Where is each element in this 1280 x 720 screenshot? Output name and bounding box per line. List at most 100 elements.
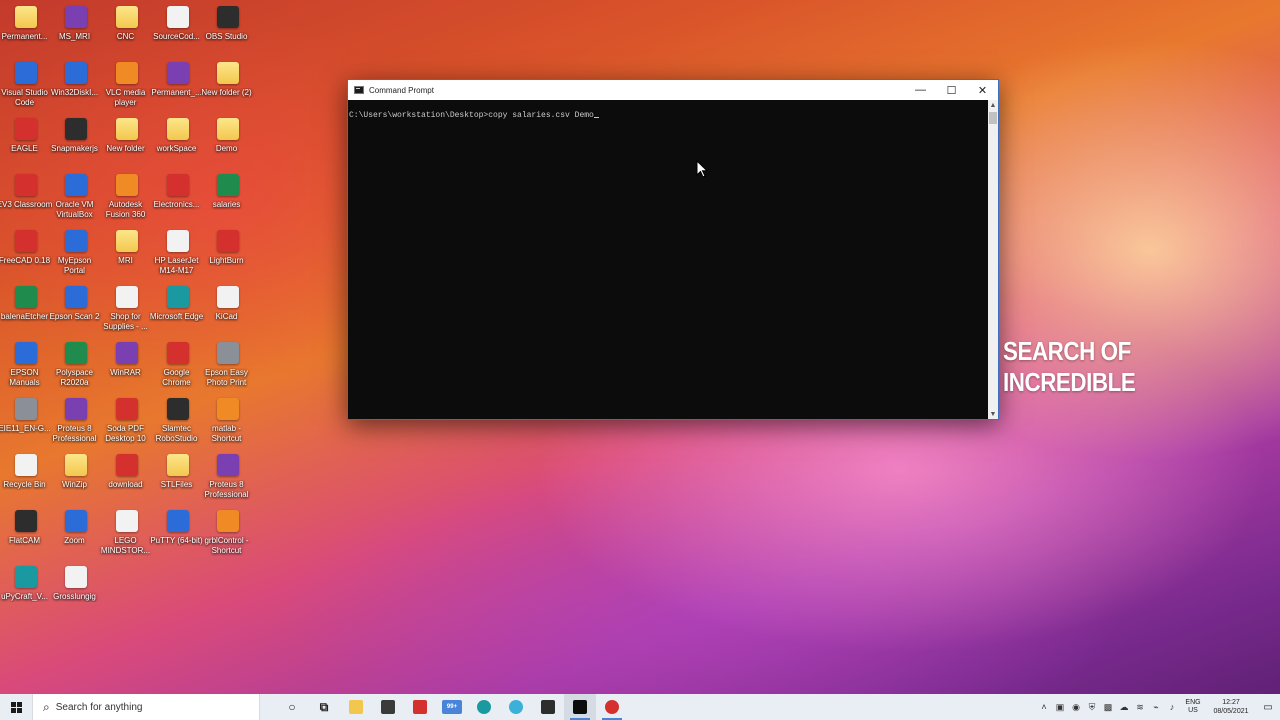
desktop-shortcut[interactable]: Permanent...: [0, 0, 51, 56]
desktop-shortcut[interactable]: EPSON Manuals: [0, 336, 51, 392]
desktop-shortcut[interactable]: Epson Easy Photo Print: [202, 336, 253, 392]
volume-speaker-icon[interactable]: ♪: [1164, 694, 1180, 720]
minimize-button[interactable]: —: [905, 80, 936, 100]
taskbar-app-button[interactable]: [468, 694, 500, 720]
desktop-shortcut[interactable]: salaries: [202, 168, 253, 224]
desktop-shortcut[interactable]: Win32DiskI...: [50, 56, 101, 112]
show-hidden-icons-chevron-icon[interactable]: ˄: [1036, 694, 1052, 720]
input-language-indicator[interactable]: ENG US: [1180, 699, 1206, 715]
desktop-shortcut[interactable]: Shop for Supplies - ...: [101, 280, 152, 336]
desktop-shortcut[interactable]: Microsoft Edge: [150, 280, 203, 336]
desktop-shortcut[interactable]: FlatCAM: [0, 504, 51, 560]
desktop-shortcut[interactable]: LEGO MINDSTOR...: [101, 504, 152, 560]
desktop-shortcut[interactable]: EIE11_EN-G...: [0, 392, 51, 448]
desktop-shortcut[interactable]: Snapmakerjs: [50, 112, 101, 168]
vertical-scrollbar[interactable]: ▲ ▼: [988, 100, 998, 419]
desktop-shortcut[interactable]: LightBurn: [202, 224, 253, 280]
desktop-shortcut[interactable]: Slamtec RoboStudio: [152, 392, 203, 448]
desktop-shortcut[interactable]: Demo: [202, 112, 253, 168]
taskbar-app-button[interactable]: ○: [276, 694, 308, 720]
console-area[interactable]: C:\Users\workstation\Desktop>copy salari…: [348, 100, 998, 419]
desktop-shortcut[interactable]: uPyCraft_V...: [0, 560, 51, 616]
command-prompt-window[interactable]: Command Prompt — ☐ ✕ C:\Users\workstatio…: [347, 79, 999, 420]
desktop-shortcut[interactable]: Proteus 8 Professional: [202, 448, 253, 504]
taskbar-app-button[interactable]: [500, 694, 532, 720]
antivirus-icon[interactable]: ▩: [1100, 694, 1116, 720]
desktop-shortcut[interactable]: Zoom: [50, 504, 101, 560]
desktop-shortcut[interactable]: New folder (2): [201, 56, 253, 112]
desktop-shortcut-label: Polyspace R2020a: [56, 368, 93, 387]
desktop-shortcut[interactable]: balenaEtcher: [0, 280, 51, 336]
desktop-shortcut[interactable]: EV3 Classroom: [0, 168, 52, 224]
scroll-down-arrow-icon[interactable]: ▼: [988, 409, 998, 419]
desktop-shortcut[interactable]: KiCad: [202, 280, 253, 336]
chrome-icon: [166, 342, 189, 364]
desktop-shortcut[interactable]: MS_MRI: [50, 0, 101, 56]
start-button[interactable]: [0, 694, 32, 720]
desktop-shortcut[interactable]: Proteus 8 Professional: [50, 392, 101, 448]
desktop-shortcut[interactable]: Permanent_...: [151, 56, 203, 112]
onedrive-cloud-icon[interactable]: ☁: [1116, 694, 1132, 720]
taskbar-search-box[interactable]: ⌕ Search for anything: [32, 694, 260, 720]
usb-device-icon[interactable]: ▣: [1052, 694, 1068, 720]
desktop-shortcut[interactable]: MRI: [101, 224, 152, 280]
search-placeholder: Search for anything: [55, 701, 143, 713]
desktop-shortcut[interactable]: Electronics...: [152, 168, 203, 224]
taskbar-app-button[interactable]: [372, 694, 404, 720]
desktop-shortcut[interactable]: EAGLE: [0, 112, 51, 168]
desktop-shortcut[interactable]: PuTTY (64-bit): [150, 504, 203, 560]
scroll-thumb[interactable]: [989, 112, 997, 124]
desktop-shortcut[interactable]: Autodesk Fusion 360: [101, 168, 152, 224]
desktop-shortcut[interactable]: SourceCod...: [152, 0, 203, 56]
command-prompt-icon[interactable]: [354, 86, 364, 94]
obs-studio-icon: [541, 700, 555, 714]
desktop-shortcut[interactable]: OBS Studio: [202, 0, 253, 56]
desktop-shortcut[interactable]: New folder: [101, 112, 152, 168]
desktop-shortcut-label: workSpace: [156, 144, 197, 153]
text-document-icon: [166, 6, 189, 28]
store-icon: [381, 700, 395, 714]
desktop-shortcut[interactable]: workSpace: [152, 112, 203, 168]
desktop-shortcut[interactable]: FreeCAD 0.18: [0, 224, 51, 280]
desktop-shortcut[interactable]: Google Chrome: [152, 336, 203, 392]
desktop-shortcut[interactable]: Visual Studio Code: [0, 56, 51, 112]
taskbar-app-button[interactable]: 99+: [436, 694, 468, 720]
desktop-shortcut[interactable]: Soda PDF Desktop 10: [101, 392, 152, 448]
taskbar-app-button[interactable]: [404, 694, 436, 720]
desktop-shortcut-label: Oracle VM VirtualBox: [55, 200, 94, 219]
desktop-shortcut[interactable]: Oracle VM VirtualBox: [50, 168, 101, 224]
close-button[interactable]: ✕: [967, 80, 998, 100]
wifi-icon[interactable]: ≋: [1132, 694, 1148, 720]
scroll-up-arrow-icon[interactable]: ▲: [988, 100, 998, 110]
taskbar-clock[interactable]: 12:27 08/05/2021: [1206, 698, 1256, 716]
desktop-shortcut[interactable]: matlab - Shortcut: [202, 392, 253, 448]
desktop-shortcut[interactable]: download: [101, 448, 152, 504]
desktop-shortcut[interactable]: WinZip: [50, 448, 101, 504]
desktop-shortcut[interactable]: HP LaserJet M14-M17: [152, 224, 203, 280]
notification-center-icon[interactable]: ▭: [1256, 694, 1280, 720]
desktop-shortcut-label: Permanent...: [1, 32, 48, 41]
desktop-icon-grid: Permanent... MS_MRI CNC SourceCod... OBS Stu…: [0, 0, 256, 694]
taskbar-app-button[interactable]: [596, 694, 628, 720]
desktop-shortcut[interactable]: VLC media player: [101, 56, 152, 112]
window-titlebar[interactable]: Command Prompt — ☐ ✕: [348, 80, 998, 100]
maximize-button[interactable]: ☐: [936, 80, 967, 100]
taskbar-app-button[interactable]: [532, 694, 564, 720]
desktop-shortcut[interactable]: WinRAR: [101, 336, 152, 392]
desktop-shortcut-label: EAGLE: [11, 144, 38, 153]
command-prompt-icon: [573, 700, 587, 714]
desktop-shortcut[interactable]: CNC: [101, 0, 152, 56]
desktop-shortcut[interactable]: Recycle Bin: [0, 448, 51, 504]
desktop-shortcut[interactable]: Polyspace R2020a: [50, 336, 101, 392]
security-shield-icon[interactable]: ⛨: [1084, 694, 1100, 720]
desktop-shortcut[interactable]: Grosslungig: [50, 560, 101, 616]
desktop-shortcut[interactable]: STLFiles: [152, 448, 203, 504]
taskbar-app-button[interactable]: [564, 694, 596, 720]
webcam-icon[interactable]: ◉: [1068, 694, 1084, 720]
taskbar-app-button[interactable]: ⧉: [308, 694, 340, 720]
desktop-shortcut[interactable]: Epson Scan 2: [50, 280, 101, 336]
power-plug-icon[interactable]: ⌁: [1148, 694, 1164, 720]
desktop-shortcut[interactable]: MyEpson Portal: [50, 224, 101, 280]
taskbar-app-button[interactable]: [340, 694, 372, 720]
desktop-shortcut[interactable]: grblControl - Shortcut: [202, 504, 253, 560]
